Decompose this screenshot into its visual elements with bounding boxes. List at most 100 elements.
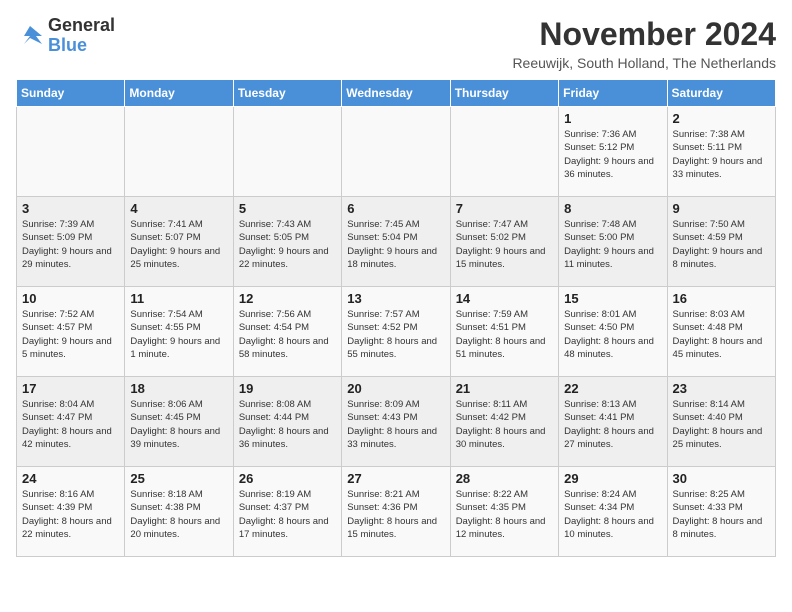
calendar-header: SundayMondayTuesdayWednesdayThursdayFrid… — [17, 80, 776, 107]
calendar-cell: 7 Sunrise: 7:47 AM Sunset: 5:02 PM Daylig… — [450, 197, 558, 287]
day-number: 3 — [22, 201, 119, 216]
day-number: 17 — [22, 381, 119, 396]
day-info: Sunrise: 7:59 AM Sunset: 4:51 PM Dayligh… — [456, 308, 553, 361]
day-info: Sunrise: 7:36 AM Sunset: 5:12 PM Dayligh… — [564, 128, 661, 181]
day-info: Sunrise: 7:48 AM Sunset: 5:00 PM Dayligh… — [564, 218, 661, 271]
day-info: Sunrise: 7:41 AM Sunset: 5:07 PM Dayligh… — [130, 218, 227, 271]
day-number: 14 — [456, 291, 553, 306]
day-number: 11 — [130, 291, 227, 306]
calendar-cell — [233, 107, 341, 197]
calendar-cell: 22 Sunrise: 8:13 AM Sunset: 4:41 PM Dayli… — [559, 377, 667, 467]
calendar-body: 1 Sunrise: 7:36 AM Sunset: 5:12 PM Daylig… — [17, 107, 776, 557]
calendar-cell — [342, 107, 450, 197]
calendar-cell: 28 Sunrise: 8:22 AM Sunset: 4:35 PM Dayli… — [450, 467, 558, 557]
day-number: 22 — [564, 381, 661, 396]
day-info: Sunrise: 8:01 AM Sunset: 4:50 PM Dayligh… — [564, 308, 661, 361]
day-info: Sunrise: 8:06 AM Sunset: 4:45 PM Dayligh… — [130, 398, 227, 451]
day-info: Sunrise: 7:56 AM Sunset: 4:54 PM Dayligh… — [239, 308, 336, 361]
day-info: Sunrise: 7:45 AM Sunset: 5:04 PM Dayligh… — [347, 218, 444, 271]
day-info: Sunrise: 7:43 AM Sunset: 5:05 PM Dayligh… — [239, 218, 336, 271]
weekday-header: Thursday — [450, 80, 558, 107]
calendar-cell: 24Sunrise: 8:16 AM Sunset: 4:39 PM Dayli… — [17, 467, 125, 557]
weekday-header: Tuesday — [233, 80, 341, 107]
day-info: Sunrise: 8:25 AM Sunset: 4:33 PM Dayligh… — [673, 488, 770, 541]
day-number: 20 — [347, 381, 444, 396]
calendar-cell: 26 Sunrise: 8:19 AM Sunset: 4:37 PM Dayli… — [233, 467, 341, 557]
day-number: 23 — [673, 381, 770, 396]
day-number: 15 — [564, 291, 661, 306]
weekday-header: Friday — [559, 80, 667, 107]
day-info: Sunrise: 8:09 AM Sunset: 4:43 PM Dayligh… — [347, 398, 444, 451]
calendar-table: SundayMondayTuesdayWednesdayThursdayFrid… — [16, 79, 776, 557]
calendar-cell: 8Sunrise: 7:48 AM Sunset: 5:00 PM Daylig… — [559, 197, 667, 287]
calendar-cell: 16Sunrise: 8:03 AM Sunset: 4:48 PM Dayli… — [667, 287, 775, 377]
calendar-cell: 13 Sunrise: 7:57 AM Sunset: 4:52 PM Dayli… — [342, 287, 450, 377]
calendar-cell — [17, 107, 125, 197]
day-info: Sunrise: 8:08 AM Sunset: 4:44 PM Dayligh… — [239, 398, 336, 451]
calendar-week-row: 1 Sunrise: 7:36 AM Sunset: 5:12 PM Daylig… — [17, 107, 776, 197]
day-info: Sunrise: 7:50 AM Sunset: 4:59 PM Dayligh… — [673, 218, 770, 271]
day-number: 4 — [130, 201, 227, 216]
calendar-cell: 10 Sunrise: 7:52 AM Sunset: 4:57 PM Dayli… — [17, 287, 125, 377]
logo-icon — [16, 22, 44, 50]
day-number: 7 — [456, 201, 553, 216]
calendar-cell: 12 Sunrise: 7:56 AM Sunset: 4:54 PM Dayli… — [233, 287, 341, 377]
day-number: 2 — [673, 111, 770, 126]
day-info: Sunrise: 8:13 AM Sunset: 4:41 PM Dayligh… — [564, 398, 661, 451]
calendar-cell: 1 Sunrise: 7:36 AM Sunset: 5:12 PM Daylig… — [559, 107, 667, 197]
calendar-cell: 27Sunrise: 8:21 AM Sunset: 4:36 PM Dayli… — [342, 467, 450, 557]
day-info: Sunrise: 7:52 AM Sunset: 4:57 PM Dayligh… — [22, 308, 119, 361]
logo-blue: Blue — [48, 36, 115, 56]
day-info: Sunrise: 7:54 AM Sunset: 4:55 PM Dayligh… — [130, 308, 227, 361]
calendar-cell — [450, 107, 558, 197]
day-number: 19 — [239, 381, 336, 396]
day-info: Sunrise: 8:04 AM Sunset: 4:47 PM Dayligh… — [22, 398, 119, 451]
calendar-cell: 23Sunrise: 8:14 AM Sunset: 4:40 PM Dayli… — [667, 377, 775, 467]
calendar-cell: 19 Sunrise: 8:08 AM Sunset: 4:44 PM Dayli… — [233, 377, 341, 467]
day-number: 30 — [673, 471, 770, 486]
day-number: 29 — [564, 471, 661, 486]
calendar-cell: 20 Sunrise: 8:09 AM Sunset: 4:43 PM Dayli… — [342, 377, 450, 467]
logo: General Blue — [16, 16, 115, 56]
day-number: 1 — [564, 111, 661, 126]
calendar-cell: 15 Sunrise: 8:01 AM Sunset: 4:50 PM Dayli… — [559, 287, 667, 377]
day-info: Sunrise: 7:38 AM Sunset: 5:11 PM Dayligh… — [673, 128, 770, 181]
calendar-cell: 6 Sunrise: 7:45 AM Sunset: 5:04 PM Daylig… — [342, 197, 450, 287]
day-info: Sunrise: 8:19 AM Sunset: 4:37 PM Dayligh… — [239, 488, 336, 541]
calendar-cell: 2 Sunrise: 7:38 AM Sunset: 5:11 PM Daylig… — [667, 107, 775, 197]
weekday-header: Sunday — [17, 80, 125, 107]
day-number: 6 — [347, 201, 444, 216]
calendar-cell: 17 Sunrise: 8:04 AM Sunset: 4:47 PM Dayli… — [17, 377, 125, 467]
calendar-cell: 9 Sunrise: 7:50 AM Sunset: 4:59 PM Daylig… — [667, 197, 775, 287]
day-info: Sunrise: 8:18 AM Sunset: 4:38 PM Dayligh… — [130, 488, 227, 541]
day-number: 26 — [239, 471, 336, 486]
logo-text: General Blue — [48, 16, 115, 56]
day-number: 10 — [22, 291, 119, 306]
day-info: Sunrise: 7:47 AM Sunset: 5:02 PM Dayligh… — [456, 218, 553, 271]
calendar-cell: 5 Sunrise: 7:43 AM Sunset: 5:05 PM Daylig… — [233, 197, 341, 287]
day-number: 9 — [673, 201, 770, 216]
page-header: General Blue November 2024 Reeuwijk, Sou… — [16, 16, 776, 71]
day-info: Sunrise: 8:03 AM Sunset: 4:48 PM Dayligh… — [673, 308, 770, 361]
calendar-cell: 18Sunrise: 8:06 AM Sunset: 4:45 PM Dayli… — [125, 377, 233, 467]
calendar-cell: 25 Sunrise: 8:18 AM Sunset: 4:38 PM Dayli… — [125, 467, 233, 557]
day-info: Sunrise: 7:57 AM Sunset: 4:52 PM Dayligh… — [347, 308, 444, 361]
day-number: 5 — [239, 201, 336, 216]
day-number: 25 — [130, 471, 227, 486]
weekday-header: Monday — [125, 80, 233, 107]
calendar-cell — [125, 107, 233, 197]
calendar-cell: 29Sunrise: 8:24 AM Sunset: 4:34 PM Dayli… — [559, 467, 667, 557]
day-info: Sunrise: 7:39 AM Sunset: 5:09 PM Dayligh… — [22, 218, 119, 271]
calendar-week-row: 10 Sunrise: 7:52 AM Sunset: 4:57 PM Dayli… — [17, 287, 776, 377]
day-info: Sunrise: 8:16 AM Sunset: 4:39 PM Dayligh… — [22, 488, 119, 541]
logo-general: General — [48, 16, 115, 36]
weekday-header: Saturday — [667, 80, 775, 107]
calendar-cell: 14 Sunrise: 7:59 AM Sunset: 4:51 PM Dayli… — [450, 287, 558, 377]
day-number: 28 — [456, 471, 553, 486]
day-number: 13 — [347, 291, 444, 306]
day-number: 21 — [456, 381, 553, 396]
day-info: Sunrise: 8:22 AM Sunset: 4:35 PM Dayligh… — [456, 488, 553, 541]
location-subtitle: Reeuwijk, South Holland, The Netherlands — [512, 55, 776, 71]
day-number: 12 — [239, 291, 336, 306]
calendar-cell: 4 Sunrise: 7:41 AM Sunset: 5:07 PM Daylig… — [125, 197, 233, 287]
